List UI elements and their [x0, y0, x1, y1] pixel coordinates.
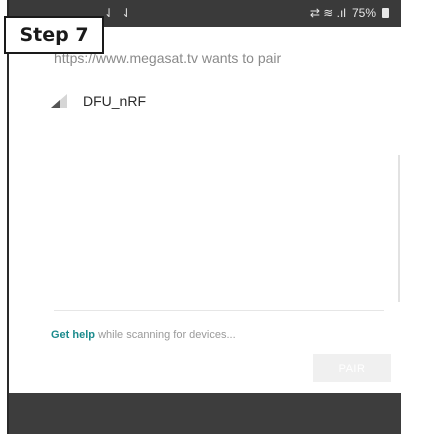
navigation-bar	[9, 393, 401, 434]
notification-icons: ⇃ ⇃	[104, 6, 134, 20]
signal-strength-icon	[51, 94, 67, 108]
pair-button[interactable]: PAIR	[313, 354, 391, 382]
get-help-link[interactable]: Get help	[51, 329, 95, 341]
help-message: Get help while scanning for devices...	[51, 329, 236, 341]
battery-percentage: 75%	[351, 6, 376, 20]
device-list-item[interactable]: DFU_nRF	[51, 89, 146, 113]
battery-icon	[382, 8, 389, 18]
step-badge: Step 7	[4, 16, 104, 54]
help-message-text: while scanning for devices...	[95, 329, 236, 341]
divider	[54, 310, 384, 311]
device-name: DFU_nRF	[83, 93, 147, 109]
pair-dialog: https://www.megasat.tv wants to pair DFU…	[9, 27, 401, 393]
signal-icons: ⇄ ≋ .ıl	[309, 6, 346, 20]
status-icons: ⇄ ≋ .ıl 75%	[310, 6, 389, 20]
screenshot-frame: ⇃ ⇃ ⇄ ≋ .ıl 75% https://www.megasat.tv w…	[0, 0, 425, 434]
scrollbar[interactable]	[398, 155, 400, 302]
